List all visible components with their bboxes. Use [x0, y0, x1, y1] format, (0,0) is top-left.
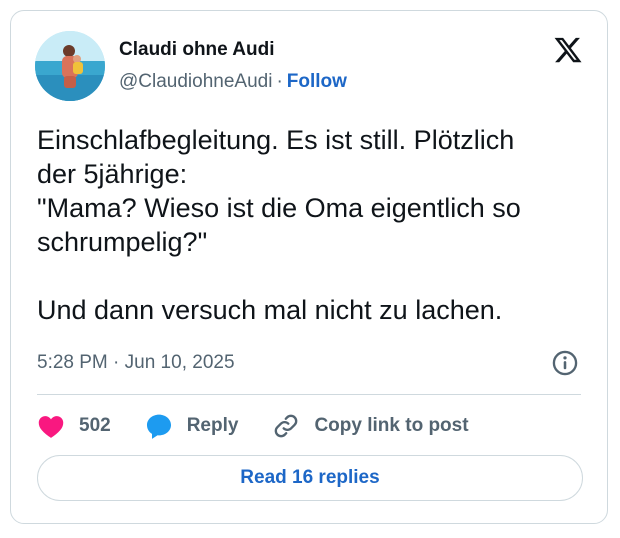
reply-button[interactable]: Reply: [145, 412, 239, 440]
tweet-line: Einschlafbegleitung. Es ist still. Plötz…: [37, 125, 515, 155]
action-bar: 502 Reply Copy link to post: [37, 411, 503, 441]
avatar-photo-icon: [35, 31, 105, 101]
avatar[interactable]: [35, 31, 105, 101]
heart-icon: [38, 416, 64, 438]
like-button[interactable]: 502: [37, 413, 111, 439]
tweet-text: Einschlafbegleitung. Es ist still. Plötz…: [37, 123, 597, 327]
copy-link-button[interactable]: Copy link to post: [272, 412, 469, 440]
separator-dot: ·: [276, 71, 283, 92]
tweet-card: Claudi ohne Audi @ClaudiohneAudi · Follow …: [10, 10, 608, 524]
tweet-line: Und dann versuch mal nicht zu lachen.: [37, 295, 503, 325]
like-count: 502: [79, 415, 111, 436]
tweet-line: "Mama? Wieso ist die Oma eigentlich so: [37, 193, 521, 223]
tweet-line: schrumpelig?": [37, 227, 208, 257]
tweet-timestamp[interactable]: 5:28 PM · Jun 10, 2025: [37, 352, 235, 374]
divider: [37, 394, 581, 395]
info-icon[interactable]: [551, 349, 579, 377]
copy-link-label: Copy link to post: [314, 415, 469, 436]
reply-bubble-icon: [146, 414, 171, 439]
follow-button[interactable]: Follow: [287, 71, 347, 92]
x-logo-icon[interactable]: [553, 35, 583, 65]
reply-label: Reply: [186, 415, 239, 436]
author-handle-line: @ClaudiohneAudi · Follow: [119, 71, 347, 93]
author-name[interactable]: Claudi ohne Audi: [119, 39, 275, 61]
read-replies-button[interactable]: Read 16 replies: [37, 455, 583, 501]
link-icon: [275, 414, 298, 438]
tweet-line: der 5jährige:: [37, 159, 188, 189]
author-handle[interactable]: @ClaudiohneAudi: [119, 71, 272, 92]
